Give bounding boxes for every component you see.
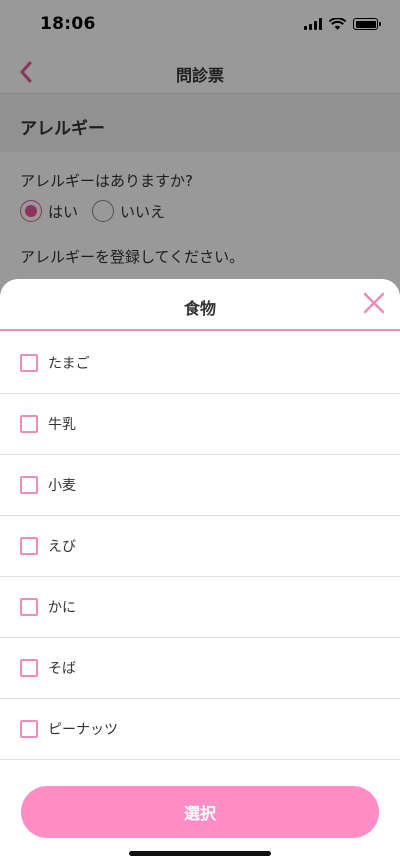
- checkbox[interactable]: [20, 598, 38, 616]
- close-icon: [363, 292, 385, 314]
- option-label: 牛乳: [48, 417, 76, 433]
- food-select-sheet: 食物 たまご 牛乳 小麦 えび かに そば ピーナッツ 選択: [0, 279, 400, 865]
- close-button[interactable]: [362, 291, 386, 315]
- food-option-crab[interactable]: かに: [0, 577, 400, 638]
- food-option-shrimp[interactable]: えび: [0, 516, 400, 577]
- food-option-list: たまご 牛乳 小麦 えび かに そば ピーナッツ: [0, 333, 400, 760]
- checkbox[interactable]: [20, 720, 38, 738]
- option-label: かに: [48, 600, 76, 616]
- checkbox[interactable]: [20, 659, 38, 677]
- home-indicator: [129, 851, 271, 856]
- option-label: ピーナッツ: [48, 722, 118, 738]
- screen: 18:06 問診票 アレルギー アレルギーはありますか? はい いいえ アレルギ…: [0, 0, 400, 865]
- food-option-wheat[interactable]: 小麦: [0, 455, 400, 516]
- food-option-egg[interactable]: たまご: [0, 333, 400, 394]
- option-label: たまご: [48, 356, 90, 372]
- food-option-peanut[interactable]: ピーナッツ: [0, 699, 400, 760]
- select-button[interactable]: 選択: [21, 786, 379, 838]
- option-label: そば: [48, 661, 76, 677]
- food-option-soba[interactable]: そば: [0, 638, 400, 699]
- option-label: えび: [48, 539, 76, 555]
- sheet-header: 食物: [0, 279, 400, 331]
- checkbox[interactable]: [20, 476, 38, 494]
- checkbox[interactable]: [20, 415, 38, 433]
- checkbox[interactable]: [20, 537, 38, 555]
- food-option-milk[interactable]: 牛乳: [0, 394, 400, 455]
- option-label: 小麦: [48, 478, 76, 494]
- sheet-title: 食物: [183, 299, 216, 318]
- checkbox[interactable]: [20, 354, 38, 372]
